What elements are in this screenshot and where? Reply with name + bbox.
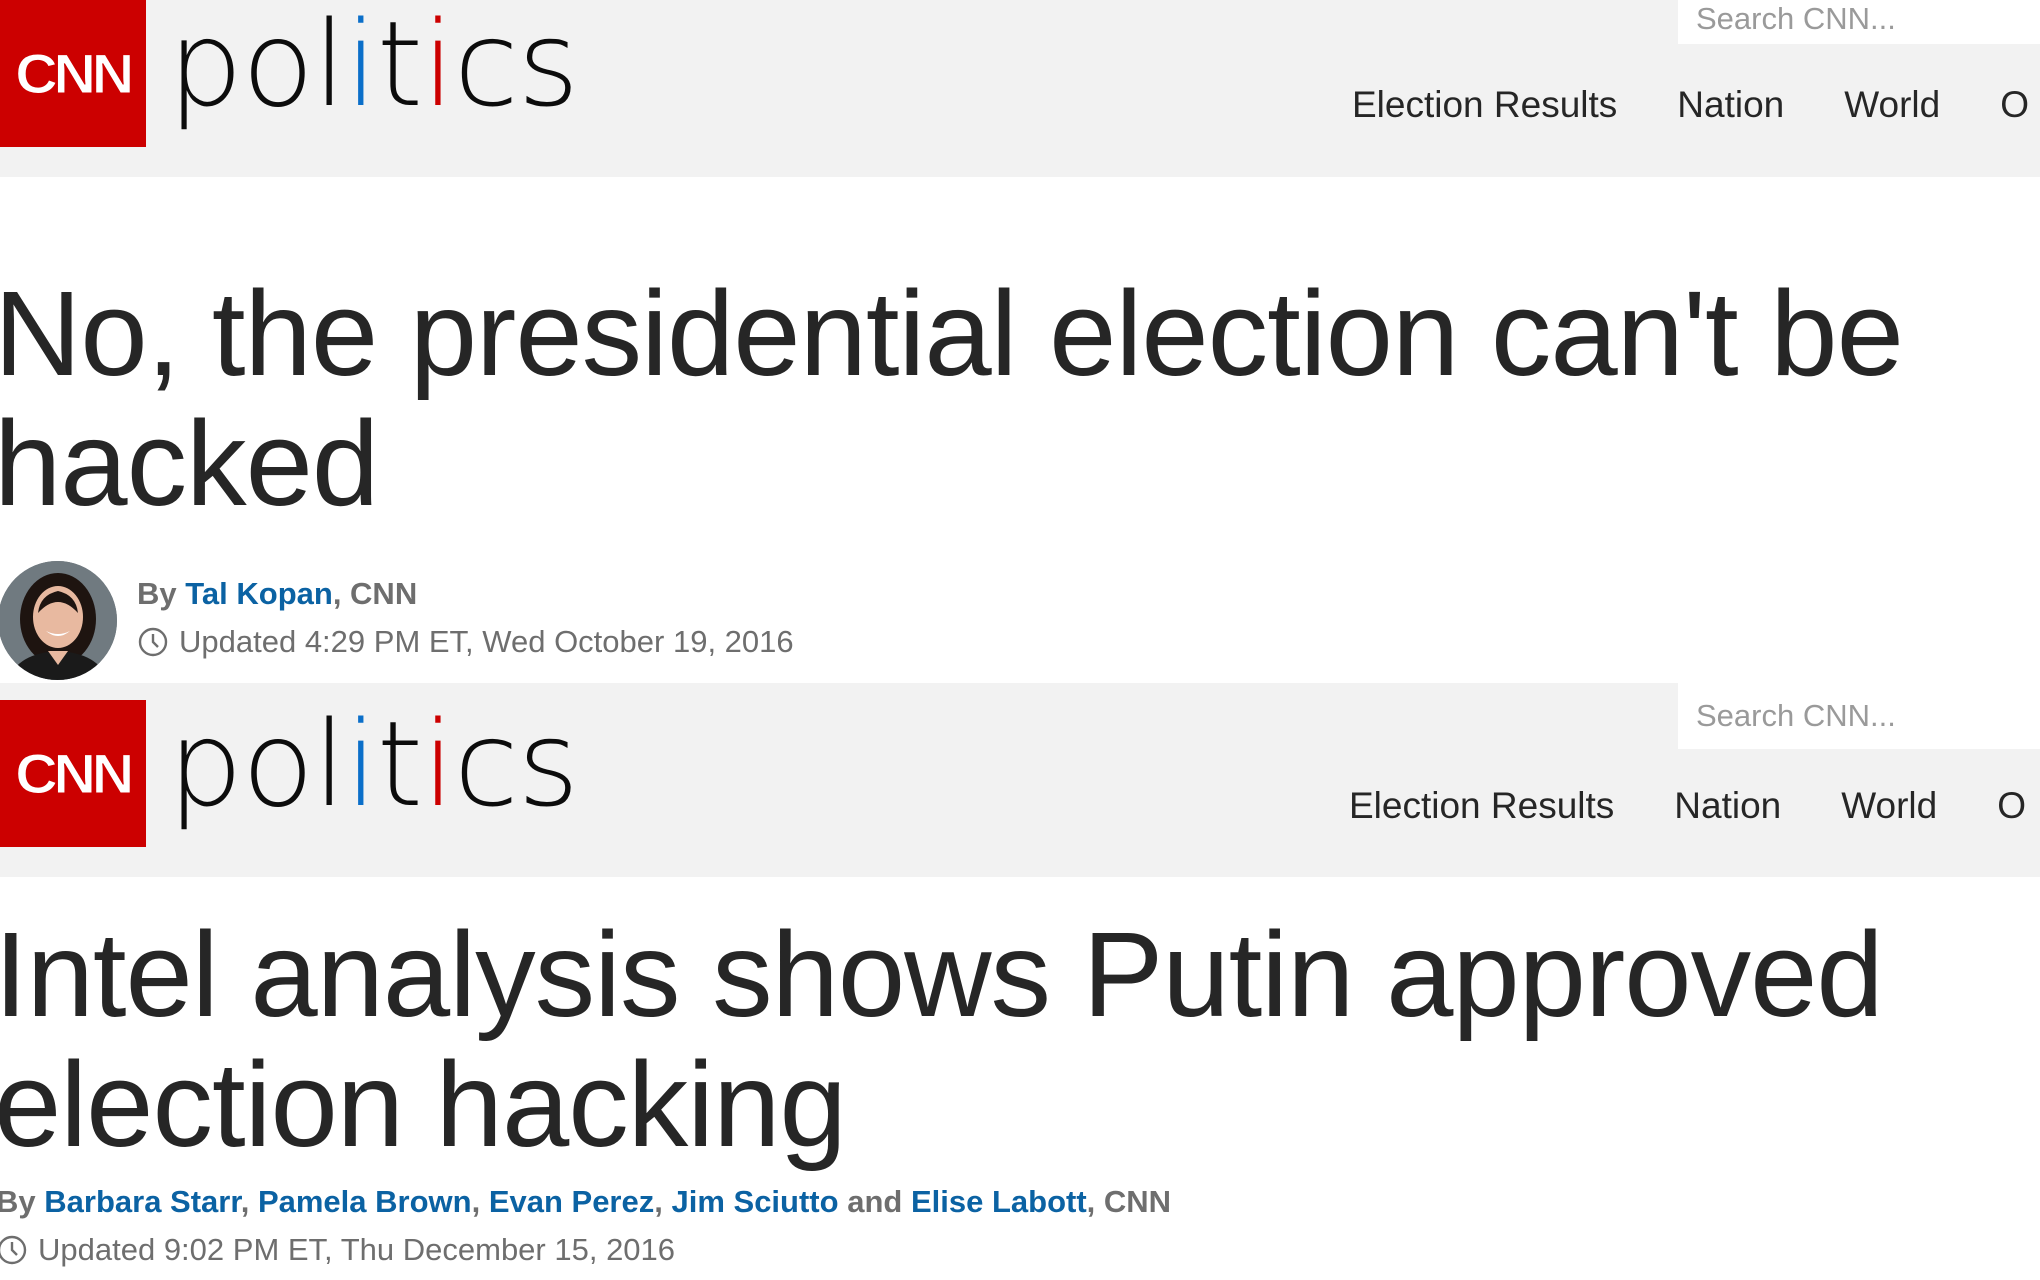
cnn-logo-text: CNN xyxy=(15,42,135,106)
politics-wordmark[interactable]: politics xyxy=(168,5,579,123)
headline-line-2: election hacking xyxy=(0,1036,847,1172)
byline-prefix: By xyxy=(0,1184,36,1219)
byline-source: CNN xyxy=(350,576,418,611)
author-link[interactable]: Pamela Brown xyxy=(258,1184,472,1219)
nav-nation[interactable]: Nation xyxy=(1677,84,1784,126)
updated-timestamp: Updated 4:29 PM ET, Wed October 19, 2016 xyxy=(137,624,794,660)
author-link[interactable]: Barbara Starr xyxy=(44,1184,240,1219)
article-screenshot-2: CNN politics Election Results Nation Wor… xyxy=(0,683,2040,1280)
nav-world[interactable]: World xyxy=(1841,785,1937,827)
nav-election-results[interactable]: Election Results xyxy=(1352,84,1617,126)
author-link[interactable]: Jim Sciutto xyxy=(671,1184,838,1219)
article-screenshot-1: CNN politics Election Results Nation Wor… xyxy=(0,0,2040,680)
main-nav: Election Results Nation World O xyxy=(1349,785,2026,827)
byline-source: CNN xyxy=(1103,1184,1172,1219)
headline-line-2: hacked xyxy=(0,395,379,531)
author-link[interactable]: Elise Labott xyxy=(911,1184,1087,1219)
search-input[interactable] xyxy=(1678,683,2040,749)
search-input[interactable] xyxy=(1678,0,2040,44)
byline: By Tal Kopan, CNN xyxy=(137,576,418,611)
byline-conjunction: and xyxy=(847,1184,903,1219)
article-headline: No, the presidential election can't be ha… xyxy=(0,265,1904,531)
cnn-logo[interactable]: CNN xyxy=(0,0,146,147)
nav-overflow-item[interactable]: O xyxy=(1997,785,2026,827)
author-link[interactable]: Tal Kopan xyxy=(185,576,333,611)
author-link[interactable]: Evan Perez xyxy=(489,1184,654,1219)
clock-icon xyxy=(0,1235,27,1265)
updated-text: Updated 9:02 PM ET, Thu December 15, 201… xyxy=(38,1232,676,1267)
nav-world[interactable]: World xyxy=(1844,84,1940,126)
site-header: CNN politics Election Results Nation Wor… xyxy=(0,0,2040,177)
updated-timestamp: Updated 9:02 PM ET, Thu December 15, 201… xyxy=(0,1232,675,1268)
nav-overflow-item[interactable]: O xyxy=(2000,84,2029,126)
updated-text: Updated 4:29 PM ET, Wed October 19, 2016 xyxy=(179,624,794,659)
byline-prefix: By xyxy=(137,576,177,611)
politics-wordmark[interactable]: politics xyxy=(168,705,579,823)
author-avatar[interactable] xyxy=(0,561,117,680)
byline: By Barbara Starr, Pamela Brown, Evan Per… xyxy=(0,1184,1171,1220)
main-nav: Election Results Nation World O xyxy=(1352,84,2029,126)
cnn-logo[interactable]: CNN xyxy=(0,700,146,847)
nav-election-results[interactable]: Election Results xyxy=(1349,785,1614,827)
nav-nation[interactable]: Nation xyxy=(1674,785,1781,827)
article-headline: Intel analysis shows Putin approved elect… xyxy=(0,906,1884,1172)
site-header: CNN politics Election Results Nation Wor… xyxy=(0,683,2040,877)
headline-line-1: Intel analysis shows Putin approved xyxy=(0,906,1884,1042)
clock-icon xyxy=(138,627,168,657)
headline-line-1: No, the presidential election can't be xyxy=(0,265,1904,401)
cnn-logo-text: CNN xyxy=(15,742,135,806)
